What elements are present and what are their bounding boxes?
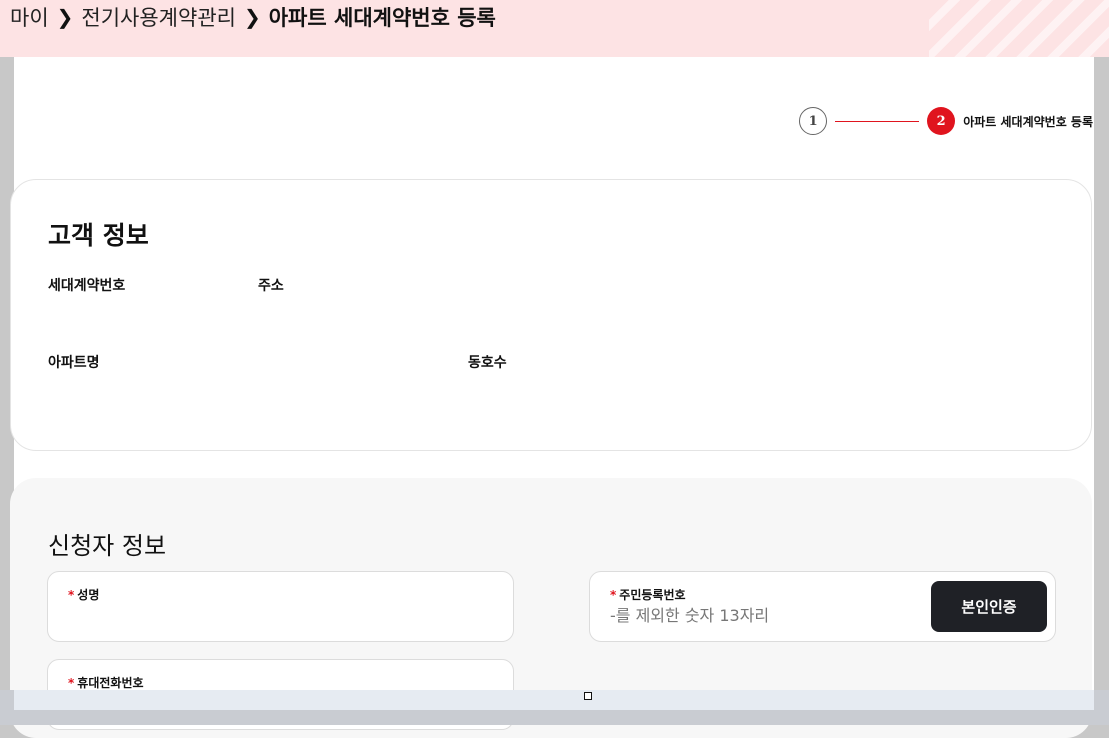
name-field[interactable]: * 성명 [47, 571, 514, 642]
chevron-right-icon: ❯ [56, 5, 74, 29]
progress-stepper: 1 2 아파트 세대계약번호 등록 [799, 107, 1093, 135]
phone-label-text: 휴대전화번호 [77, 676, 144, 690]
rrn-field[interactable]: *주민등록번호 본인인증 [589, 571, 1056, 642]
step-connector [835, 120, 920, 122]
address-label: 주소 [258, 278, 284, 294]
active-step-label: 아파트 세대계약번호 등록 [963, 114, 1093, 129]
bottom-bar [0, 690, 1109, 725]
customer-info-card: 고객 정보 세대계약번호 주소 아파트명 동호수 [10, 179, 1092, 451]
apartment-name-label: 아파트명 [48, 355, 100, 371]
household-contract-no-label: 세대계약번호 [48, 278, 126, 294]
identity-verification-button[interactable]: 본인인증 [931, 581, 1047, 632]
customer-info-title: 고객 정보 [48, 221, 149, 250]
name-label-text: 성명 [77, 588, 100, 602]
breadcrumb-bar: 마이 ❯ 전기사용계약관리 ❯ 아파트 세대계약번호 등록 [0, 0, 1109, 57]
required-mark: * [68, 676, 75, 690]
decorative-stripes [929, 0, 1109, 57]
breadcrumb-current: 아파트 세대계약번호 등록 [268, 6, 496, 30]
bottom-bar-inner [14, 690, 1094, 710]
required-mark: * [610, 588, 617, 602]
name-field-label: * 성명 [68, 586, 99, 603]
breadcrumb-item-contract-management[interactable]: 전기사용계약관리 [81, 2, 236, 32]
applicant-info-title: 신청자 정보 [48, 532, 167, 560]
resize-handle[interactable] [584, 692, 592, 700]
step-2-indicator: 2 [927, 107, 956, 135]
rrn-label-text: 주민등록번호 [619, 588, 686, 602]
breadcrumb: 마이 ❯ 전기사용계약관리 ❯ 아파트 세대계약번호 등록 [10, 2, 496, 32]
phone-field-label: * 휴대전화번호 [68, 674, 144, 691]
name-input[interactable] [68, 606, 368, 625]
rrn-input[interactable] [610, 606, 910, 625]
step-1-indicator: 1 [799, 107, 828, 135]
rrn-field-label: * 주민등록번호 [610, 586, 686, 603]
unit-number-label: 동호수 [468, 355, 507, 371]
chevron-right-icon: ❯ [243, 5, 261, 29]
breadcrumb-item-my[interactable]: 마이 [10, 2, 49, 32]
required-mark: * [68, 588, 75, 602]
